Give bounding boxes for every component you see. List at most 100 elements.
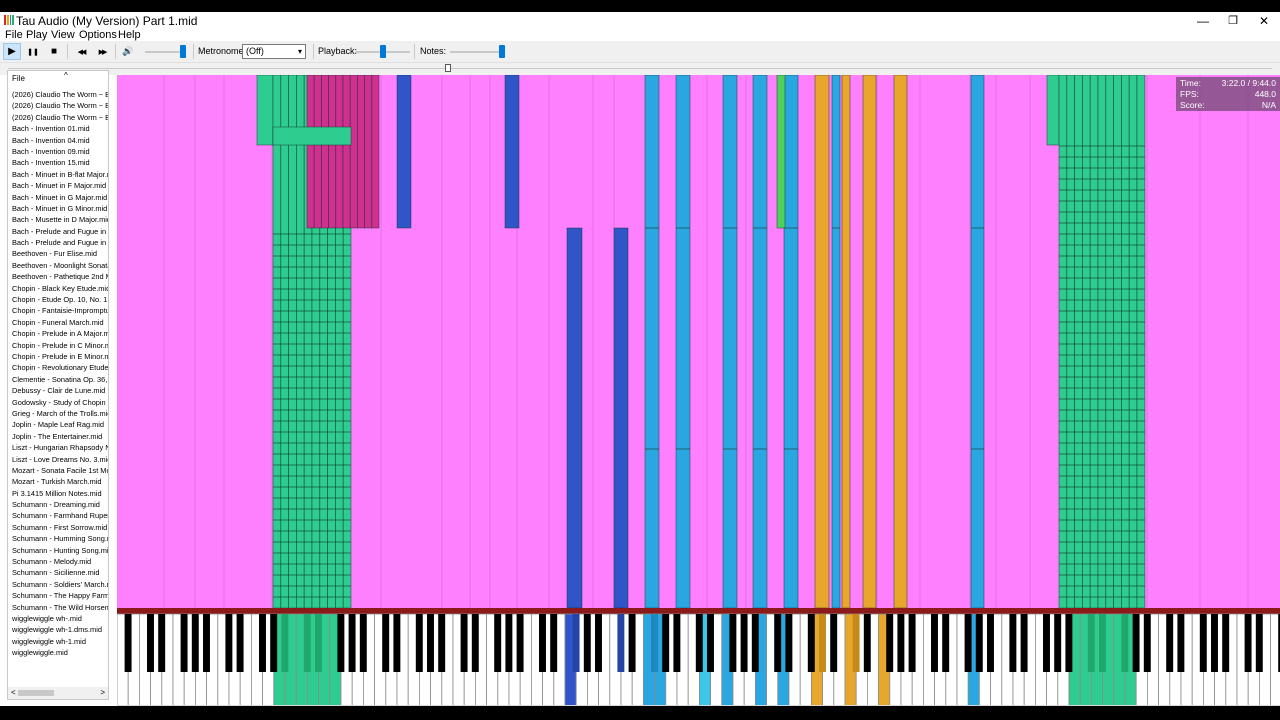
file-list-item[interactable]: Bach - Invention 04.mid	[12, 135, 108, 146]
file-list-item[interactable]: Godowsky - Study of Chopin E	[12, 397, 108, 408]
file-list-item[interactable]: Schumann - The Wild Horsema	[12, 602, 108, 613]
file-list-item[interactable]: Beethoven - Pathetique 2nd M	[12, 271, 108, 282]
seek-bar[interactable]	[0, 63, 1280, 75]
restore-button[interactable]: ❐	[1218, 12, 1248, 29]
piano-black-key	[427, 614, 434, 672]
notes-slider[interactable]	[450, 45, 506, 58]
scroll-right-icon[interactable]: >	[100, 687, 105, 699]
file-list-item[interactable]: Schumann - Humming Song.mid	[12, 533, 108, 544]
file-list-item[interactable]: wigglewiggle wh-.mid	[12, 613, 108, 624]
rewind-button[interactable]: ◀◀	[72, 43, 90, 60]
seek-thumb[interactable]	[444, 64, 451, 72]
file-list-item[interactable]: Liszt - Love Dreams No. 3.mid	[12, 454, 108, 465]
volume-slider-thumb[interactable]	[180, 45, 186, 58]
file-list-item[interactable]: Bach - Minuet in G Minor.mid	[12, 203, 108, 214]
file-list-item[interactable]: wigglewiggle wh-1.mid	[12, 636, 108, 647]
playback-speed-slider[interactable]	[355, 45, 410, 58]
piano-black-key	[337, 614, 345, 672]
file-list-item[interactable]: Schumann - Hunting Song.mid	[12, 545, 108, 556]
volume-slider[interactable]	[145, 45, 186, 58]
file-list-item[interactable]: Chopin - Etude Op. 10, No. 1.	[12, 294, 108, 305]
file-list-item[interactable]: Chopin - Prelude in E Minor.mid	[12, 351, 108, 362]
menu-file[interactable]: File	[5, 29, 23, 41]
scroll-left-icon[interactable]: <	[11, 687, 16, 699]
file-list-item[interactable]: Chopin - Black Key Etude.mid	[12, 283, 108, 294]
file-list-item[interactable]: Bach - Invention 09.mid	[12, 146, 108, 157]
metronome-select[interactable]: (Off) ▾	[242, 44, 306, 59]
notes-slider-thumb[interactable]	[499, 45, 506, 58]
playback-slider-thumb[interactable]	[379, 45, 386, 58]
file-list-item[interactable]: Clementie - Sonatina Op. 36, .	[12, 374, 108, 385]
menu-options[interactable]: Options	[79, 29, 117, 41]
play-button[interactable]: ▶	[3, 43, 21, 60]
piano-black-key	[942, 614, 950, 672]
file-list-item[interactable]: (2026) Claudio The Worm ~ B...	[12, 100, 108, 111]
note-bar	[675, 75, 691, 609]
menu-help[interactable]: Help	[118, 29, 141, 41]
menu-play[interactable]: Play	[26, 29, 47, 41]
stat-time: Time: 3:22.0 / 9:44.0	[1176, 78, 1280, 89]
scrollbar-thumb[interactable]	[18, 690, 54, 696]
file-list-item[interactable]: Bach - Musette in D Major.mid	[12, 214, 108, 225]
file-list-item[interactable]: Beethoven - Fur Elise.mid	[12, 248, 108, 259]
file-list-item[interactable]: Joplin - The Entertainer.mid	[12, 431, 108, 442]
file-list-item[interactable]: Bach - Minuet in G Major.mid	[12, 192, 108, 203]
note-bar	[752, 75, 768, 609]
file-list-item[interactable]: Schumann - First Sorrow.mid	[12, 522, 108, 533]
file-list-item[interactable]: Schumann - Sicilienne.mid	[12, 567, 108, 578]
file-list-item[interactable]: Bach - Invention 15.mid	[12, 157, 108, 168]
file-list[interactable]: (2026) Claudio The Worm ~ B... (2026) Cla…	[12, 89, 108, 659]
note-bar	[342, 75, 351, 229]
file-list-item[interactable]: Joplin - Maple Leaf Rag.mid	[12, 419, 108, 430]
file-list-item[interactable]: Chopin - Prelude in C Minor.mid	[12, 340, 108, 351]
file-list-item[interactable]: Bach - Minuet in B-flat Major.mid	[12, 169, 108, 180]
file-browser[interactable]: File ^ (2026) Claudio The Worm ~ B... (20…	[7, 70, 109, 700]
file-list-item[interactable]: Grieg - March of the Trolls.mid	[12, 408, 108, 419]
file-list-item[interactable]: Bach - Invention 01.mid	[12, 123, 108, 134]
file-list-item[interactable]: wigglewiggle.mid	[12, 647, 108, 658]
note-bar	[566, 227, 583, 609]
menu-view[interactable]: View	[51, 29, 75, 41]
file-list-item[interactable]: Schumann - Soldiers' March.mid	[12, 579, 108, 590]
file-list-item[interactable]: Schumann - Farmhand Rupert	[12, 510, 108, 521]
file-list-item[interactable]: Bach - Prelude and Fugue in C	[12, 237, 108, 248]
file-list-item[interactable]: Chopin - Prelude in A Major.mid	[12, 328, 108, 339]
file-list-item[interactable]: (2026) Claudio The Worm ~ B...	[12, 112, 108, 123]
mute-button[interactable]: 🔊	[119, 43, 137, 60]
file-list-item[interactable]: Schumann - The Happy Farmer	[12, 590, 108, 601]
file-list-item[interactable]: Bach - Minuet in F Major.mid	[12, 180, 108, 191]
piano-black-key	[628, 614, 636, 672]
file-list-item[interactable]: Mozart - Turkish March.mid	[12, 476, 108, 487]
file-list-item[interactable]: Chopin - Fantaisie-Impromptu.	[12, 305, 108, 316]
piano-black-key	[572, 614, 580, 672]
file-list-item[interactable]: Beethoven - Moonlight Sonata	[12, 260, 108, 271]
seek-track[interactable]	[8, 68, 1272, 69]
piano-black-key	[852, 614, 860, 672]
close-button[interactable]: ✕	[1249, 12, 1279, 29]
fast-forward-icon: ▶▶	[98, 48, 108, 56]
fast-forward-button[interactable]: ▶▶	[93, 43, 111, 60]
sort-arrow-icon[interactable]: ^	[64, 71, 68, 84]
file-list-item[interactable]: Mozart - Sonata Facile 1st Mo.	[12, 465, 108, 476]
file-list-header[interactable]: File ^	[8, 71, 108, 85]
file-list-item[interactable]: Schumann - Dreaming.mid	[12, 499, 108, 510]
piano-black-key	[1087, 614, 1095, 672]
file-list-item[interactable]: (2026) Claudio The Worm ~ B...	[12, 89, 108, 100]
file-list-item[interactable]: Debussy - Clair de Lune.mid	[12, 385, 108, 396]
file-list-item[interactable]: wigglewiggle wh-1.dms.mid	[12, 624, 108, 635]
piano-black-key	[807, 614, 815, 672]
minimize-button[interactable]: —	[1188, 12, 1218, 29]
app-icon-bar	[4, 15, 6, 25]
piano-black-key	[897, 614, 905, 672]
file-list-item[interactable]: Liszt - Hungarian Rhapsody N.	[12, 442, 108, 453]
file-list-item[interactable]: Schumann - Melody.mid	[12, 556, 108, 567]
file-list-item[interactable]: Bach - Prelude and Fugue in C	[12, 226, 108, 237]
stop-button[interactable]: ■	[45, 43, 63, 60]
piano-black-key	[303, 614, 311, 672]
horizontal-scrollbar[interactable]: < >	[8, 687, 108, 699]
file-list-item[interactable]: Chopin - Revolutionary Etude.	[12, 362, 108, 373]
pause-button[interactable]: ❚❚	[24, 43, 42, 60]
file-list-item[interactable]: Chopin - Funeral March.mid	[12, 317, 108, 328]
file-list-item[interactable]: Pi 3.1415 Million Notes.mid	[12, 488, 108, 499]
note-bar	[814, 75, 830, 609]
